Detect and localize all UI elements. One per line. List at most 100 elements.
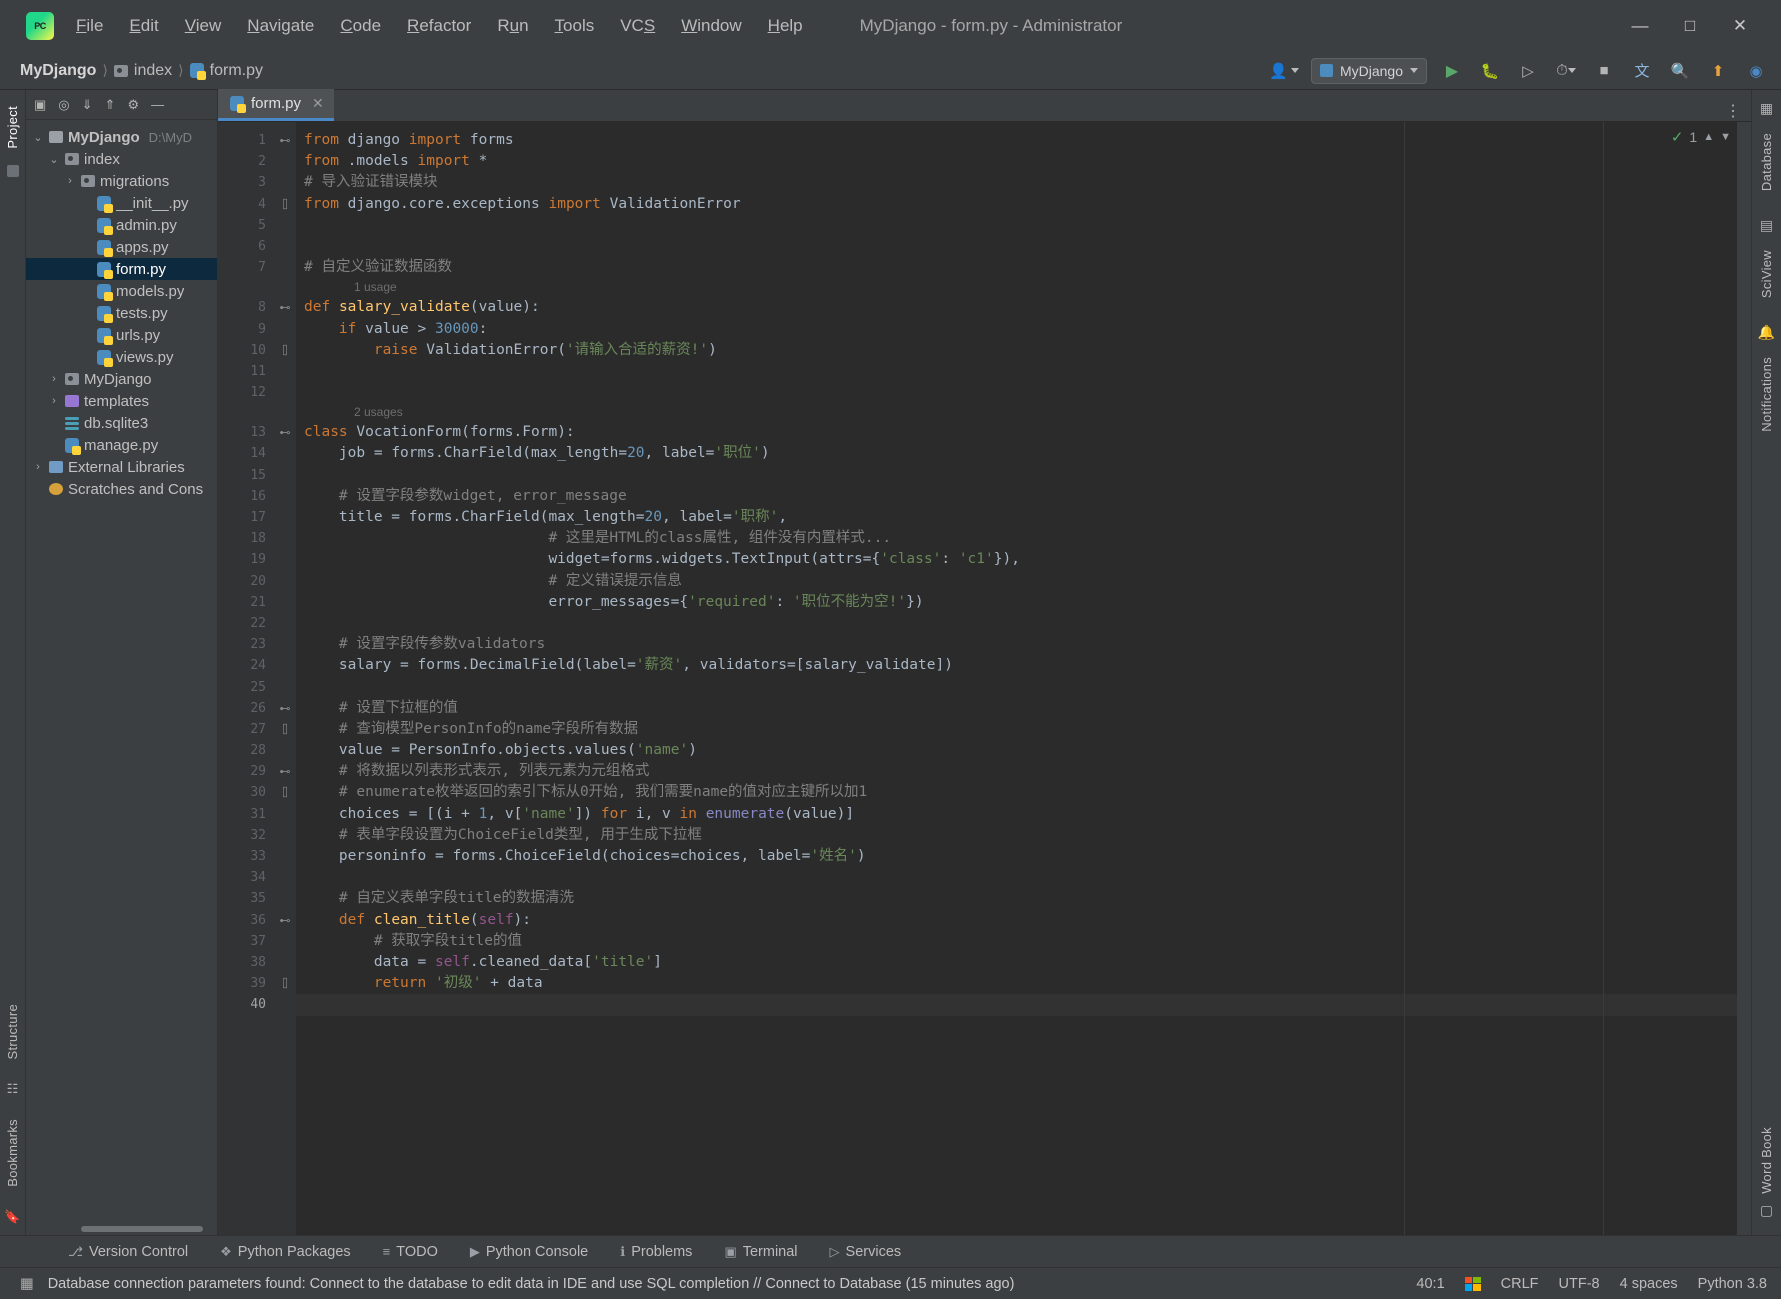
sidebar-tab-structure[interactable]: Structure: [1, 996, 24, 1067]
breadcrumb-item-file[interactable]: form.py: [189, 62, 263, 80]
line-number[interactable]: 26: [218, 698, 274, 719]
translate-icon[interactable]: 文: [1629, 58, 1655, 84]
line-number[interactable]: 29: [218, 761, 274, 782]
code-line[interactable]: [296, 465, 1737, 486]
code-line[interactable]: [296, 994, 1737, 1016]
file-encoding[interactable]: UTF-8: [1559, 1276, 1600, 1292]
line-number[interactable]: 8: [218, 297, 274, 318]
fold-marker-icon[interactable]: ⌷: [274, 340, 296, 361]
indent-setting[interactable]: 4 spaces: [1620, 1276, 1678, 1292]
code-line[interactable]: [296, 382, 1737, 403]
code-line[interactable]: # 导入验证错误模块: [296, 172, 1737, 193]
line-number[interactable]: 2: [218, 151, 274, 172]
close-icon[interactable]: ✕: [312, 95, 324, 112]
code-line[interactable]: [296, 215, 1737, 236]
menu-item-window[interactable]: Window: [679, 13, 743, 39]
menu-item-run[interactable]: Run: [495, 13, 530, 39]
code-line[interactable]: from django import forms: [296, 130, 1737, 151]
run-icon[interactable]: ▶: [1439, 58, 1465, 84]
line-number[interactable]: 37: [218, 931, 274, 952]
code-line[interactable]: raise ValidationError('请输入合适的薪资!'): [296, 340, 1737, 361]
fold-marker-icon[interactable]: ⌷: [274, 782, 296, 803]
line-number-gutter[interactable]: 1 2 3 4 5 6 7 8 9 10 11 12 13 14 15 16 17 18 19 20 21 22 23 24 2…: [218, 122, 274, 1235]
editor-marker-bar[interactable]: [1737, 122, 1751, 1235]
tree-node-db-sqlite3[interactable]: db.sqlite3: [26, 412, 217, 434]
chevron-icon[interactable]: ›: [64, 175, 76, 187]
code-line[interactable]: if value > 30000:: [296, 319, 1737, 340]
sidebar-tab-database[interactable]: Database: [1755, 125, 1778, 199]
run-coverage-icon[interactable]: ▷: [1515, 58, 1541, 84]
python-interpreter[interactable]: Python 3.8: [1698, 1276, 1767, 1292]
line-number[interactable]: 32: [218, 825, 274, 846]
line-number[interactable]: 13: [218, 422, 274, 443]
project-horizontal-scrollbar[interactable]: [26, 1223, 217, 1235]
line-number[interactable]: 20: [218, 571, 274, 592]
sidebar-tab-project[interactable]: Project: [1, 98, 24, 157]
menu-item-vcs[interactable]: VCS: [618, 13, 657, 39]
editor-tab-form-py[interactable]: form.py ✕: [218, 89, 334, 121]
menu-item-tools[interactable]: Tools: [553, 13, 597, 39]
code-folding-gutter[interactable]: ⊷ ⌷ ⊷ ⌷ ⊷ ⊷ ⌷ ⊷ ⌷ ⊷ ⌷: [274, 122, 296, 1235]
hide-icon[interactable]: —: [151, 97, 164, 112]
select-opened-file-icon[interactable]: ▣: [34, 97, 46, 113]
fold-marker-icon[interactable]: ⌷: [274, 194, 296, 215]
sidebar-tab-notifications[interactable]: Notifications: [1755, 349, 1778, 440]
code-line[interactable]: title = forms.CharField(max_length=20, l…: [296, 507, 1737, 528]
code-line[interactable]: # enumerate枚举返回的索引下标从0开始, 我们需要name的值对应主键…: [296, 782, 1737, 803]
menu-item-file[interactable]: File: [74, 13, 105, 39]
chevron-icon[interactable]: ⌄: [32, 131, 44, 144]
status-message[interactable]: Database connection parameters found: Co…: [48, 1276, 1015, 1292]
settings-icon[interactable]: ⚙: [127, 97, 139, 113]
line-number[interactable]: 36: [218, 910, 274, 931]
line-number[interactable]: 38: [218, 952, 274, 973]
code-line[interactable]: [296, 236, 1737, 257]
code-line[interactable]: personinfo = forms.ChoiceField(choices=c…: [296, 846, 1737, 867]
line-separator[interactable]: CRLF: [1501, 1276, 1539, 1292]
usage-hint[interactable]: 2 usages: [296, 403, 1737, 422]
tree-node-templates[interactable]: › templates: [26, 390, 217, 412]
code-line[interactable]: # 自定义验证数据函数: [296, 257, 1737, 278]
line-number[interactable]: 9: [218, 319, 274, 340]
code-line[interactable]: def clean_title(self):: [296, 910, 1737, 931]
menu-item-code[interactable]: Code: [338, 13, 383, 39]
usage-hint[interactable]: 1 usage: [296, 278, 1737, 297]
line-number[interactable]: 16: [218, 486, 274, 507]
maximize-button[interactable]: □: [1665, 6, 1715, 46]
search-icon[interactable]: 🔍: [1667, 58, 1693, 84]
code-line[interactable]: # 查询模型PersonInfo的name字段所有数据: [296, 719, 1737, 740]
chevron-icon[interactable]: ⌄: [48, 153, 60, 166]
code-line[interactable]: salary = forms.DecimalField(label='薪资', …: [296, 655, 1737, 676]
code-line[interactable]: # 设置字段传参数validators: [296, 634, 1737, 655]
tree-node-apps-py[interactable]: apps.py: [26, 236, 217, 258]
tool-window-button-terminal[interactable]: ▣ Terminal: [720, 1241, 801, 1263]
line-number[interactable]: 4: [218, 194, 274, 215]
line-number[interactable]: 15: [218, 465, 274, 486]
code-line[interactable]: # 将数据以列表形式表示, 列表元素为元组格式: [296, 761, 1737, 782]
stop-icon[interactable]: ■: [1591, 58, 1617, 84]
code-line[interactable]: data = self.cleaned_data['title']: [296, 952, 1737, 973]
line-number[interactable]: 18: [218, 528, 274, 549]
code-line[interactable]: error_messages={'required': '职位不能为空!'}): [296, 592, 1737, 613]
line-number[interactable]: 31: [218, 804, 274, 825]
code-line[interactable]: [296, 677, 1737, 698]
tool-window-button-python-packages[interactable]: ❖ Python Packages: [216, 1241, 355, 1263]
line-number[interactable]: 17: [218, 507, 274, 528]
line-number[interactable]: 22: [218, 613, 274, 634]
tree-node-form-py[interactable]: form.py: [26, 258, 217, 280]
code-line[interactable]: # 这里是HTML的class属性, 组件没有内置样式...: [296, 528, 1737, 549]
breadcrumb-item-folder[interactable]: index: [113, 62, 172, 80]
line-number[interactable]: 28: [218, 740, 274, 761]
sidebar-tab-bookmarks[interactable]: Bookmarks: [1, 1111, 24, 1195]
code-line[interactable]: # 自定义表单字段title的数据清洗: [296, 888, 1737, 909]
line-number[interactable]: 11: [218, 361, 274, 382]
code-line[interactable]: # 获取字段title的值: [296, 931, 1737, 952]
line-number[interactable]: 1: [218, 130, 274, 151]
fold-marker-icon[interactable]: ⊷: [274, 910, 296, 931]
tree-node-manage-py[interactable]: manage.py: [26, 434, 217, 456]
code-line[interactable]: from .models import *: [296, 151, 1737, 172]
account-icon[interactable]: 👤: [1269, 62, 1299, 80]
menu-item-refactor[interactable]: Refactor: [405, 13, 473, 39]
tool-window-button-version-control[interactable]: ⎇ Version Control: [64, 1241, 192, 1263]
tool-window-button-todo[interactable]: ≡ TODO: [379, 1241, 442, 1263]
sidebar-tab-sciview[interactable]: SciView: [1755, 242, 1778, 306]
